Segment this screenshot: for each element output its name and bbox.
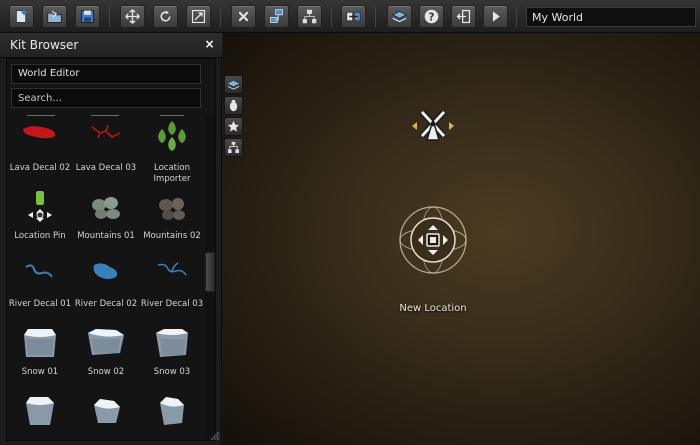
scale-tool-button[interactable] (186, 5, 211, 28)
resize-grip-icon[interactable] (210, 431, 220, 441)
kit-browser-title: Kit Browser (10, 38, 79, 52)
kit-item-snow-02[interactable]: Snow 02 (73, 325, 139, 393)
snow-rock-icon (88, 329, 124, 355)
kit-browser-header: Kit Browser × (0, 33, 222, 58)
save-world-button[interactable] (75, 5, 100, 28)
rotate-icon (160, 10, 171, 22)
svg-text:?: ? (429, 12, 435, 23)
layers-button[interactable] (264, 5, 289, 28)
open-folder-icon (47, 10, 62, 23)
kit-item-location-pin[interactable]: Location Pin (7, 189, 73, 257)
kit-item-mountains-01[interactable]: Mountains 01 (73, 189, 139, 257)
kit-item-river-decal-03[interactable]: River Decal 03 (139, 257, 205, 325)
kit-item-snow-01[interactable]: Snow 01 (7, 325, 73, 393)
world-name-input[interactable] (526, 7, 696, 27)
lava-crack-icon (91, 124, 121, 139)
kit-item-river-decal-01[interactable]: River Decal 01 (7, 257, 73, 325)
layers-icon (270, 9, 283, 23)
new-location-marker[interactable] (396, 203, 470, 281)
bug-icon (229, 99, 238, 112)
close-icon[interactable]: × (202, 37, 217, 52)
kit-item-location-importer[interactable]: Location Importer (139, 121, 205, 189)
connect-button[interactable] (341, 5, 366, 28)
kit-item-river-decal-02[interactable]: River Decal 02 (73, 257, 139, 325)
delete-button[interactable] (231, 5, 256, 28)
kit-item-mountains-02[interactable]: Mountains 02 (139, 189, 205, 257)
star-icon (227, 120, 240, 132)
main-toolbar: ? (0, 0, 700, 33)
stacked-tiles-icon (227, 80, 240, 90)
floppy-disk-icon (81, 10, 94, 23)
location-pin-icon (28, 191, 52, 222)
play-icon (492, 11, 500, 22)
help-icon: ? (424, 9, 439, 23)
location-gizmo-icon (399, 206, 467, 274)
location-importer-icon (158, 121, 186, 151)
stacked-tiles-icon (391, 10, 408, 23)
kit-item-lava-decal-02[interactable]: Lava Decal 02 (7, 121, 73, 189)
favorites-side-button[interactable] (224, 117, 243, 136)
kits-button[interactable] (387, 5, 412, 28)
scale-icon (191, 9, 206, 24)
new-location-label: New Location (399, 303, 467, 314)
new-document-icon (15, 9, 27, 23)
kit-browser-panel: Kit Browser × World Editor Lava Decal 02… (0, 33, 222, 445)
close-x-icon (238, 11, 249, 22)
kit-item-snow-04[interactable] (7, 393, 73, 440)
exit-button[interactable] (451, 5, 476, 28)
help-button[interactable]: ? (419, 5, 444, 28)
move-arrows-icon (125, 9, 140, 24)
new-world-button[interactable] (9, 5, 34, 28)
snow-rock-icon (156, 329, 188, 357)
snow-rock-icon (94, 399, 120, 423)
river-pond-icon (93, 263, 118, 279)
snow-rock-icon (160, 397, 184, 425)
windmill-icon (412, 109, 454, 141)
mountains-icon (92, 197, 120, 219)
play-button[interactable] (483, 5, 508, 28)
kit-item-snow-05[interactable] (73, 393, 139, 440)
partial-row-above (7, 108, 203, 116)
hierarchy-side-button[interactable] (224, 138, 243, 157)
kit-item-snow-06[interactable] (139, 393, 205, 440)
rotate-tool-button[interactable] (153, 5, 178, 28)
snow-rock-icon (26, 397, 54, 425)
river-decal-icon (25, 264, 53, 278)
river-stream-icon (157, 262, 187, 276)
windmill-marker[interactable] (408, 106, 458, 150)
search-input[interactable] (11, 88, 201, 108)
snow-rock-icon (24, 329, 56, 357)
kit-scrollbar[interactable] (205, 114, 215, 439)
hierarchy-button[interactable] (297, 5, 322, 28)
hierarchy-icon (227, 141, 240, 154)
exit-icon (456, 9, 471, 24)
world-viewport[interactable]: New Location (223, 33, 700, 445)
mountains-dark-icon (159, 198, 185, 220)
kit-item-snow-03[interactable]: Snow 03 (139, 325, 205, 393)
kits-side-button[interactable] (224, 75, 243, 94)
kit-scrollbar-thumb[interactable] (205, 252, 215, 292)
hierarchy-icon (302, 9, 317, 24)
connect-icon (346, 11, 361, 22)
bugs-side-button[interactable] (224, 96, 243, 115)
kit-item-lava-decal-03[interactable]: Lava Decal 03 (73, 121, 139, 189)
lava-decal-icon (23, 126, 55, 139)
open-world-button[interactable] (42, 5, 67, 28)
move-tool-button[interactable] (120, 5, 145, 28)
kit-filter-tag[interactable]: World Editor (11, 64, 201, 84)
kit-browser-body: World Editor Lava Decal 02 Lava Decal 03… (6, 58, 216, 441)
